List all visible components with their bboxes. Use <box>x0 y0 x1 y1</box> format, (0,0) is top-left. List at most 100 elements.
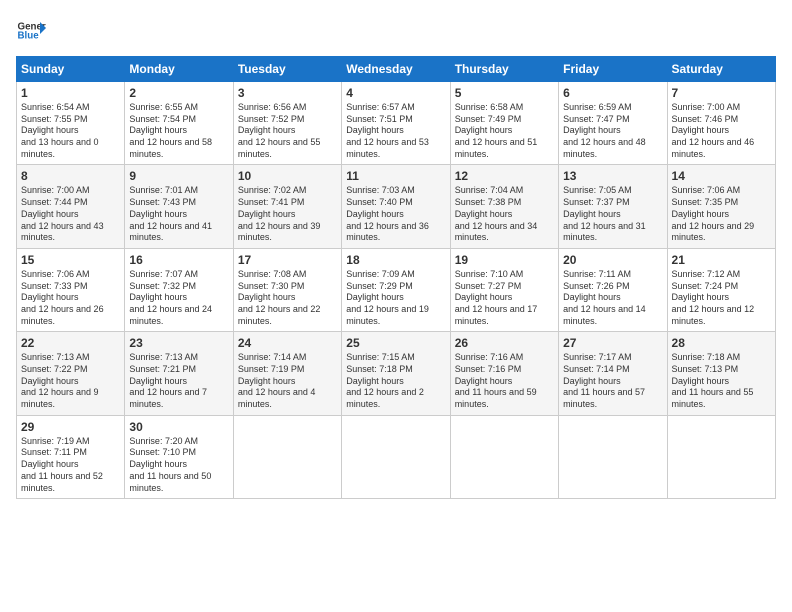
day-info: Sunrise: 7:16 AM Sunset: 7:16 PM Dayligh… <box>455 352 554 410</box>
calendar-table: SundayMondayTuesdayWednesdayThursdayFrid… <box>16 56 776 499</box>
weekday-header-monday: Monday <box>125 57 233 82</box>
calendar-cell: 29 Sunrise: 7:19 AM Sunset: 7:11 PM Dayl… <box>17 415 125 498</box>
day-info: Sunrise: 7:05 AM Sunset: 7:37 PM Dayligh… <box>563 185 662 243</box>
day-number: 9 <box>129 169 228 183</box>
day-info: Sunrise: 6:55 AM Sunset: 7:54 PM Dayligh… <box>129 102 228 160</box>
day-number: 4 <box>346 86 445 100</box>
day-number: 14 <box>672 169 771 183</box>
day-info: Sunrise: 7:02 AM Sunset: 7:41 PM Dayligh… <box>238 185 337 243</box>
calendar-cell: 19 Sunrise: 7:10 AM Sunset: 7:27 PM Dayl… <box>450 248 558 331</box>
day-info: Sunrise: 6:56 AM Sunset: 7:52 PM Dayligh… <box>238 102 337 160</box>
weekday-header-friday: Friday <box>559 57 667 82</box>
day-number: 18 <box>346 253 445 267</box>
day-info: Sunrise: 7:15 AM Sunset: 7:18 PM Dayligh… <box>346 352 445 410</box>
header: General Blue <box>16 16 776 46</box>
day-info: Sunrise: 7:12 AM Sunset: 7:24 PM Dayligh… <box>672 269 771 327</box>
day-info: Sunrise: 6:54 AM Sunset: 7:55 PM Dayligh… <box>21 102 120 160</box>
calendar-cell: 2 Sunrise: 6:55 AM Sunset: 7:54 PM Dayli… <box>125 82 233 165</box>
calendar-cell: 7 Sunrise: 7:00 AM Sunset: 7:46 PM Dayli… <box>667 82 775 165</box>
day-number: 28 <box>672 336 771 350</box>
calendar-cell <box>559 415 667 498</box>
week-row-2: 8 Sunrise: 7:00 AM Sunset: 7:44 PM Dayli… <box>17 165 776 248</box>
calendar-cell: 22 Sunrise: 7:13 AM Sunset: 7:22 PM Dayl… <box>17 332 125 415</box>
day-number: 16 <box>129 253 228 267</box>
day-number: 15 <box>21 253 120 267</box>
day-info: Sunrise: 7:00 AM Sunset: 7:44 PM Dayligh… <box>21 185 120 243</box>
day-info: Sunrise: 7:00 AM Sunset: 7:46 PM Dayligh… <box>672 102 771 160</box>
day-info: Sunrise: 7:11 AM Sunset: 7:26 PM Dayligh… <box>563 269 662 327</box>
calendar-cell: 26 Sunrise: 7:16 AM Sunset: 7:16 PM Dayl… <box>450 332 558 415</box>
day-info: Sunrise: 7:13 AM Sunset: 7:21 PM Dayligh… <box>129 352 228 410</box>
svg-text:Blue: Blue <box>18 31 40 42</box>
calendar-cell: 20 Sunrise: 7:11 AM Sunset: 7:26 PM Dayl… <box>559 248 667 331</box>
calendar-cell: 30 Sunrise: 7:20 AM Sunset: 7:10 PM Dayl… <box>125 415 233 498</box>
calendar-cell: 11 Sunrise: 7:03 AM Sunset: 7:40 PM Dayl… <box>342 165 450 248</box>
calendar-cell: 17 Sunrise: 7:08 AM Sunset: 7:30 PM Dayl… <box>233 248 341 331</box>
calendar-cell: 6 Sunrise: 6:59 AM Sunset: 7:47 PM Dayli… <box>559 82 667 165</box>
weekday-header-thursday: Thursday <box>450 57 558 82</box>
weekday-header-sunday: Sunday <box>17 57 125 82</box>
day-info: Sunrise: 7:06 AM Sunset: 7:33 PM Dayligh… <box>21 269 120 327</box>
calendar-cell: 28 Sunrise: 7:18 AM Sunset: 7:13 PM Dayl… <box>667 332 775 415</box>
day-info: Sunrise: 7:03 AM Sunset: 7:40 PM Dayligh… <box>346 185 445 243</box>
day-number: 17 <box>238 253 337 267</box>
calendar-cell: 4 Sunrise: 6:57 AM Sunset: 7:51 PM Dayli… <box>342 82 450 165</box>
calendar-cell <box>233 415 341 498</box>
day-number: 8 <box>21 169 120 183</box>
week-row-4: 22 Sunrise: 7:13 AM Sunset: 7:22 PM Dayl… <box>17 332 776 415</box>
calendar-cell <box>667 415 775 498</box>
calendar-cell <box>342 415 450 498</box>
weekday-header-row: SundayMondayTuesdayWednesdayThursdayFrid… <box>17 57 776 82</box>
calendar-cell: 5 Sunrise: 6:58 AM Sunset: 7:49 PM Dayli… <box>450 82 558 165</box>
day-number: 24 <box>238 336 337 350</box>
day-info: Sunrise: 6:57 AM Sunset: 7:51 PM Dayligh… <box>346 102 445 160</box>
weekday-header-saturday: Saturday <box>667 57 775 82</box>
day-info: Sunrise: 7:04 AM Sunset: 7:38 PM Dayligh… <box>455 185 554 243</box>
day-number: 30 <box>129 420 228 434</box>
calendar-cell: 10 Sunrise: 7:02 AM Sunset: 7:41 PM Dayl… <box>233 165 341 248</box>
day-info: Sunrise: 6:59 AM Sunset: 7:47 PM Dayligh… <box>563 102 662 160</box>
calendar-cell: 12 Sunrise: 7:04 AM Sunset: 7:38 PM Dayl… <box>450 165 558 248</box>
logo: General Blue <box>16 16 46 46</box>
calendar-cell: 25 Sunrise: 7:15 AM Sunset: 7:18 PM Dayl… <box>342 332 450 415</box>
day-info: Sunrise: 7:19 AM Sunset: 7:11 PM Dayligh… <box>21 436 120 494</box>
day-number: 29 <box>21 420 120 434</box>
calendar-cell: 21 Sunrise: 7:12 AM Sunset: 7:24 PM Dayl… <box>667 248 775 331</box>
day-number: 27 <box>563 336 662 350</box>
calendar-cell: 8 Sunrise: 7:00 AM Sunset: 7:44 PM Dayli… <box>17 165 125 248</box>
day-number: 7 <box>672 86 771 100</box>
day-info: Sunrise: 7:17 AM Sunset: 7:14 PM Dayligh… <box>563 352 662 410</box>
calendar-cell: 1 Sunrise: 6:54 AM Sunset: 7:55 PM Dayli… <box>17 82 125 165</box>
calendar-cell: 15 Sunrise: 7:06 AM Sunset: 7:33 PM Dayl… <box>17 248 125 331</box>
day-number: 10 <box>238 169 337 183</box>
day-info: Sunrise: 7:09 AM Sunset: 7:29 PM Dayligh… <box>346 269 445 327</box>
day-number: 22 <box>21 336 120 350</box>
week-row-3: 15 Sunrise: 7:06 AM Sunset: 7:33 PM Dayl… <box>17 248 776 331</box>
day-number: 21 <box>672 253 771 267</box>
day-info: Sunrise: 7:20 AM Sunset: 7:10 PM Dayligh… <box>129 436 228 494</box>
calendar-cell <box>450 415 558 498</box>
day-number: 13 <box>563 169 662 183</box>
day-number: 23 <box>129 336 228 350</box>
calendar-cell: 14 Sunrise: 7:06 AM Sunset: 7:35 PM Dayl… <box>667 165 775 248</box>
weekday-header-wednesday: Wednesday <box>342 57 450 82</box>
day-number: 12 <box>455 169 554 183</box>
day-number: 3 <box>238 86 337 100</box>
day-info: Sunrise: 7:07 AM Sunset: 7:32 PM Dayligh… <box>129 269 228 327</box>
calendar-cell: 24 Sunrise: 7:14 AM Sunset: 7:19 PM Dayl… <box>233 332 341 415</box>
day-number: 6 <box>563 86 662 100</box>
calendar-cell: 18 Sunrise: 7:09 AM Sunset: 7:29 PM Dayl… <box>342 248 450 331</box>
day-number: 11 <box>346 169 445 183</box>
day-info: Sunrise: 7:01 AM Sunset: 7:43 PM Dayligh… <box>129 185 228 243</box>
day-info: Sunrise: 7:13 AM Sunset: 7:22 PM Dayligh… <box>21 352 120 410</box>
day-info: Sunrise: 7:08 AM Sunset: 7:30 PM Dayligh… <box>238 269 337 327</box>
calendar-cell: 16 Sunrise: 7:07 AM Sunset: 7:32 PM Dayl… <box>125 248 233 331</box>
calendar-cell: 13 Sunrise: 7:05 AM Sunset: 7:37 PM Dayl… <box>559 165 667 248</box>
day-number: 25 <box>346 336 445 350</box>
day-info: Sunrise: 7:10 AM Sunset: 7:27 PM Dayligh… <box>455 269 554 327</box>
calendar-cell: 27 Sunrise: 7:17 AM Sunset: 7:14 PM Dayl… <box>559 332 667 415</box>
calendar-cell: 9 Sunrise: 7:01 AM Sunset: 7:43 PM Dayli… <box>125 165 233 248</box>
day-number: 20 <box>563 253 662 267</box>
day-info: Sunrise: 7:06 AM Sunset: 7:35 PM Dayligh… <box>672 185 771 243</box>
weekday-header-tuesday: Tuesday <box>233 57 341 82</box>
